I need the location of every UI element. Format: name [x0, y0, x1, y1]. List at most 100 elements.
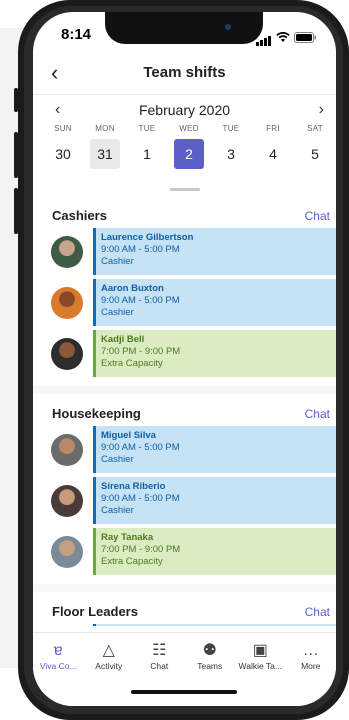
drag-handle[interactable]	[170, 188, 200, 191]
calendar-day[interactable]: FRI 4	[255, 124, 291, 169]
shift-time: 9:00 AM - 5:00 PM	[101, 244, 180, 255]
shift-list[interactable]: Cashiers Chat Laurence Gilbertson 9:00 AM -…	[33, 196, 336, 626]
calendar-day[interactable]: TUE 1	[129, 124, 165, 169]
avatar	[51, 235, 83, 268]
page-title: Team shifts	[143, 64, 226, 81]
shift-card[interactable]: Laurence Gilbertson 9:00 AM - 5:00 PM Cash…	[93, 228, 336, 275]
calendar-day[interactable]: WED 2	[171, 124, 207, 169]
tab-label: Activity	[95, 661, 123, 671]
more-icon: …	[302, 642, 319, 659]
tab-activity[interactable]: △ Activity	[84, 641, 134, 671]
tab-viva-co[interactable]: ɐ Viva Co...	[33, 641, 83, 671]
status-icons	[256, 28, 316, 46]
notch	[105, 12, 263, 44]
shift-row[interactable]: Ray Tanaka 7:00 PM - 9:00 PM Extra Capacit…	[33, 527, 336, 576]
calendar-day[interactable]: MON 31	[87, 124, 123, 169]
tab-walkie-ta[interactable]: ▣ Walkie Ta...	[235, 641, 285, 671]
day-of-week-label: SAT	[307, 124, 323, 133]
shift-time: 7:00 PM - 9:00 PM	[101, 346, 181, 357]
shift-role: Extra Capacity	[101, 358, 163, 369]
month-navigator: ‹ February 2020 ›	[33, 94, 336, 123]
chat-icon: ☷	[152, 642, 167, 659]
next-month-chevron-icon[interactable]: ›	[319, 101, 324, 119]
avatar	[51, 484, 83, 517]
team-section: Floor Leaders Chat ABAlberto Burgos9:00 AM…	[33, 592, 336, 626]
shift-card[interactable]: Ray Tanaka 7:00 PM - 9:00 PM Extra Capacit…	[93, 528, 336, 575]
app-header: ‹ Team shifts	[33, 56, 336, 92]
tab-label: Walkie Ta...	[238, 661, 282, 671]
day-of-week-label: WED	[179, 124, 199, 133]
day-of-week-label: TUE	[222, 124, 240, 133]
shift-role: Cashier	[101, 256, 134, 267]
tab-chat[interactable]: ☷ Chat	[134, 641, 184, 671]
day-of-week-label: SUN	[54, 124, 72, 133]
section-title: Housekeeping	[52, 406, 141, 421]
section-title: Cashiers	[52, 208, 107, 223]
section-chat-link[interactable]: Chat	[305, 209, 330, 223]
shift-time: 9:00 AM - 5:00 PM	[101, 442, 180, 453]
shift-role: Cashier	[101, 454, 134, 465]
shift-card[interactable]: Aaron Buxton 9:00 AM - 5:00 PM Cashier	[93, 279, 336, 326]
bottom-tab-bar: ɐ Viva Co... △ Activity ☷ Chat ⚉ Teams ▣ Walkie T…	[33, 632, 336, 706]
shift-card[interactable]: Miguel Silva 9:00 AM - 5:00 PM Cashier	[93, 426, 336, 473]
day-number[interactable]: 3	[216, 139, 246, 169]
calendar-day[interactable]: TUE 3	[213, 124, 249, 169]
shift-employee-name: Aaron Buxton	[101, 283, 164, 294]
shift-employee-name: Laurence Gilbertson	[101, 232, 194, 243]
shift-role: Cashier	[101, 307, 134, 318]
tab-label: More	[301, 661, 321, 671]
shift-time: 9:00 AM - 5:00 PM	[101, 493, 180, 504]
shift-role: Extra Capacity	[101, 556, 163, 567]
shift-row[interactable]: ABAlberto Burgos9:00 AM - 5:00 PMCashier	[33, 623, 336, 626]
day-number[interactable]: 31	[90, 139, 120, 169]
section-header: Cashiers Chat	[33, 202, 336, 227]
shift-card[interactable]: Kadji Bell 7:00 PM - 9:00 PM Extra Capacit…	[93, 330, 336, 377]
day-number[interactable]: 1	[132, 139, 162, 169]
shift-employee-name: Kadji Bell	[101, 334, 145, 345]
day-number[interactable]: 2	[174, 139, 204, 169]
teams-icon: ⚉	[202, 642, 217, 659]
calendar-day[interactable]: SUN 30	[45, 124, 81, 169]
section-header: Housekeeping Chat	[33, 400, 336, 425]
section-header: Floor Leaders Chat	[33, 598, 336, 623]
day-number[interactable]: 30	[48, 139, 78, 169]
tab-label: Chat	[150, 661, 169, 671]
shift-card[interactable]: Alberto Burgos9:00 AM - 5:00 PMCashier	[93, 624, 336, 626]
shift-card[interactable]: Sirena Riberio 9:00 AM - 5:00 PM Cashier	[93, 477, 336, 524]
shift-time: 9:00 AM - 5:00 PM	[101, 295, 180, 306]
section-chat-link[interactable]: Chat	[305, 407, 330, 421]
shift-time: 7:00 PM - 9:00 PM	[101, 544, 181, 555]
camera-icon	[225, 24, 231, 30]
shift-row[interactable]: Sirena Riberio 9:00 AM - 5:00 PM Cashier	[33, 476, 336, 525]
tab-label: Viva Co...	[39, 661, 77, 671]
tab-more[interactable]: … More	[286, 641, 336, 671]
avatar	[51, 286, 83, 319]
shift-row[interactable]: Aaron Buxton 9:00 AM - 5:00 PM Cashier	[33, 278, 336, 327]
team-section: Housekeeping Chat Miguel Silva 9:00 AM - 5:…	[33, 394, 336, 584]
home-indicator	[131, 690, 237, 694]
day-number[interactable]: 4	[258, 139, 288, 169]
section-chat-link[interactable]: Chat	[305, 605, 330, 619]
week-strip: SUN 30 MON 31 TUE 1 WED 2 TUE 3 FRI 4 SAT 5	[45, 124, 333, 169]
shift-row[interactable]: Miguel Silva 9:00 AM - 5:00 PM Cashier	[33, 425, 336, 474]
day-of-week-label: MON	[95, 124, 115, 133]
shift-row[interactable]: Laurence Gilbertson 9:00 AM - 5:00 PM Cash…	[33, 227, 336, 276]
bell-icon: △	[102, 642, 115, 659]
shift-role: Cashier	[101, 505, 134, 516]
avatar	[51, 337, 83, 370]
shift-employee-name: Ray Tanaka	[101, 532, 154, 543]
walkie-talkie-icon: ▣	[252, 642, 268, 659]
day-number[interactable]: 5	[300, 139, 330, 169]
shift-employee-name: Miguel Silva	[101, 430, 156, 441]
battery-icon	[294, 31, 316, 43]
tab-label: Teams	[197, 661, 223, 671]
section-title: Floor Leaders	[52, 604, 138, 619]
avatar	[51, 433, 83, 466]
day-of-week-label: FRI	[266, 124, 280, 133]
tab-teams[interactable]: ⚉ Teams	[185, 641, 235, 671]
avatar	[51, 535, 83, 568]
calendar-day[interactable]: SAT 5	[297, 124, 333, 169]
team-section: Cashiers Chat Laurence Gilbertson 9:00 AM -…	[33, 196, 336, 386]
status-time: 8:14	[61, 26, 92, 43]
shift-row[interactable]: Kadji Bell 7:00 PM - 9:00 PM Extra Capacit…	[33, 329, 336, 378]
